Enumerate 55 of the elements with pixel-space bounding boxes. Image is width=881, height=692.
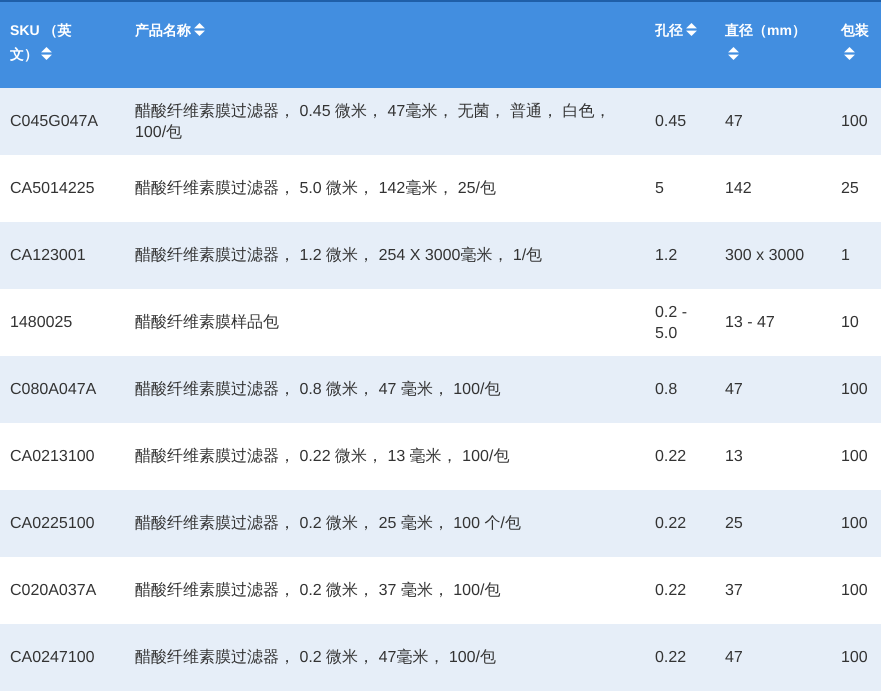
product-name-cell: 醋酸纤维素膜过滤器， 0.8 微米， 47 毫米， 100/包 [125, 356, 645, 423]
pore-size-cell: 0.45 [645, 88, 715, 155]
sku-cell: CA5014225 [0, 155, 125, 222]
column-header[interactable]: 直径（mm） [725, 18, 815, 66]
product-name-cell: 醋酸纤维素膜过滤器， 5.0 微米， 142毫米， 25/包 [125, 155, 645, 222]
pore-size-cell: 0.22 [645, 423, 715, 490]
diameter-cell: 47 [715, 624, 831, 691]
diameter-cell: 25 [715, 490, 831, 557]
sort-icon [194, 23, 205, 36]
column-header[interactable]: SKU （英文） [10, 18, 90, 66]
pore-size-cell: 5 [645, 155, 715, 222]
product-name-cell: 醋酸纤维素膜过滤器， 0.2 微米， 47毫米， 100/包 [125, 624, 645, 691]
pack-size-cell: 100 [831, 88, 881, 155]
diameter-cell: 13 - 47 [715, 289, 831, 356]
sort-icon [686, 23, 697, 36]
pack-size-cell: 25 [831, 155, 881, 222]
sku-cell: CA123001 [0, 222, 125, 289]
sort-icon [728, 47, 739, 60]
pore-size-cell: 0.22 [645, 490, 715, 557]
diameter-cell: 47 [715, 88, 831, 155]
sku-cell: C020A037A [0, 557, 125, 624]
product-name-cell: 醋酸纤维素膜样品包 [125, 289, 645, 356]
pore-size-cell: 0.8 [645, 356, 715, 423]
pore-size-cell: 0.2 - 5.0 [645, 289, 715, 356]
product-name-cell: 醋酸纤维素膜过滤器， 0.45 微米， 47毫米， 无菌， 普通， 白色， 100/包 [125, 88, 645, 155]
sku-cell: CA0225100 [0, 490, 125, 557]
sort-icon [41, 47, 52, 60]
sku-cell: 1480025 [0, 289, 125, 356]
column-header[interactable]: 包装 [841, 18, 875, 66]
pack-size-cell: 100 [831, 624, 881, 691]
diameter-cell: 37 [715, 557, 831, 624]
product-name-cell: 醋酸纤维素膜过滤器， 0.2 微米， 25 毫米， 100 个/包 [125, 490, 645, 557]
pack-size-cell: 100 [831, 490, 881, 557]
sku-cell: C080A047A [0, 356, 125, 423]
diameter-cell: 13 [715, 423, 831, 490]
product-name-cell: 醋酸纤维素膜过滤器， 0.2 微米， 37 毫米， 100/包 [125, 557, 645, 624]
column-header[interactable]: 孔径 [655, 18, 697, 42]
pack-size-cell: 100 [831, 423, 881, 490]
sort-icon [844, 47, 855, 60]
pore-size-cell: 0.22 [645, 624, 715, 691]
column-header[interactable]: 产品名称 [135, 18, 205, 42]
product-name-cell: 醋酸纤维素膜过滤器， 1.2 微米， 254 X 3000毫米， 1/包 [125, 222, 645, 289]
pack-size-cell: 1 [831, 222, 881, 289]
diameter-cell: 142 [715, 155, 831, 222]
diameter-cell: 47 [715, 356, 831, 423]
pack-size-cell: 10 [831, 289, 881, 356]
sku-cell: CA0213100 [0, 423, 125, 490]
pore-size-cell: 0.22 [645, 557, 715, 624]
pore-size-cell: 1.2 [645, 222, 715, 289]
pack-size-cell: 100 [831, 557, 881, 624]
diameter-cell: 300 x 3000 [715, 222, 831, 289]
sku-cell: C045G047A [0, 88, 125, 155]
product-name-cell: 醋酸纤维素膜过滤器， 0.22 微米， 13 毫米， 100/包 [125, 423, 645, 490]
pack-size-cell: 100 [831, 356, 881, 423]
sku-cell: CA0247100 [0, 624, 125, 691]
